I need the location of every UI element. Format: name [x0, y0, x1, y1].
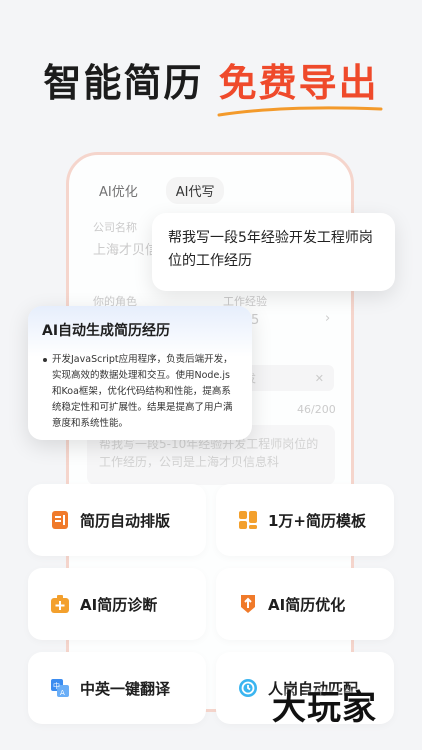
hero-title-dark: 智能简历 — [43, 61, 204, 105]
watermark-logo: 大玩家 — [272, 688, 377, 728]
translate-icon: 中A — [50, 678, 70, 698]
tab-ai-write[interactable]: AI代写 — [165, 177, 225, 204]
feature-label: 中英一键翻译 — [80, 679, 171, 698]
feature-templates[interactable]: 1万+简历模板 — [216, 484, 394, 556]
diagnosis-kit-icon — [50, 594, 70, 614]
request-bubble: 帮我写一段5年经验开发工程师岗位的工作经历 — [152, 213, 395, 291]
experience-value: 5 — [251, 313, 260, 328]
underline-swoosh-icon — [217, 106, 383, 117]
tab-ai-optimize[interactable]: AI优化 — [89, 177, 148, 204]
hero-title: 智能简历 免费导出 — [0, 52, 422, 117]
feature-label: 1万+简历模板 — [268, 511, 367, 530]
feature-diagnosis[interactable]: AI简历诊断 — [28, 568, 206, 640]
feature-label: AI简历优化 — [268, 595, 346, 614]
hero-title-accent-text: 免费导出 — [218, 61, 379, 105]
feature-label: AI简历诊断 — [80, 595, 158, 614]
layout-doc-icon — [50, 510, 70, 530]
template-grid-icon — [238, 510, 258, 530]
match-clock-icon — [238, 678, 258, 698]
editor-tabs: AI优化 AI代写 — [89, 177, 225, 204]
ai-result-card: AI自动生成简历经历 开发JavaScript应用程序，负责后端开发，实现高效的… — [28, 306, 252, 440]
hero-title-accent: 免费导出 — [217, 52, 383, 117]
close-icon[interactable]: ✕ — [315, 372, 324, 385]
company-label: 公司名称 — [93, 221, 137, 234]
optimize-badge-icon — [238, 594, 258, 614]
feature-label: 简历自动排版 — [80, 511, 171, 530]
svg-text:A: A — [60, 689, 65, 697]
chevron-right-icon: › — [325, 311, 331, 326]
svg-text:中: 中 — [53, 681, 60, 690]
feature-translate[interactable]: 中A 中英一键翻译 — [28, 652, 206, 724]
char-counter: 46/200 — [297, 403, 336, 416]
ai-result-body: 开发JavaScript应用程序，负责后端开发，实现高效的数据处理和交互。使用N… — [42, 352, 238, 432]
ai-result-title: AI自动生成简历经历 — [42, 323, 171, 339]
feature-auto-layout[interactable]: 简历自动排版 — [28, 484, 206, 556]
feature-optimize[interactable]: AI简历优化 — [216, 568, 394, 640]
